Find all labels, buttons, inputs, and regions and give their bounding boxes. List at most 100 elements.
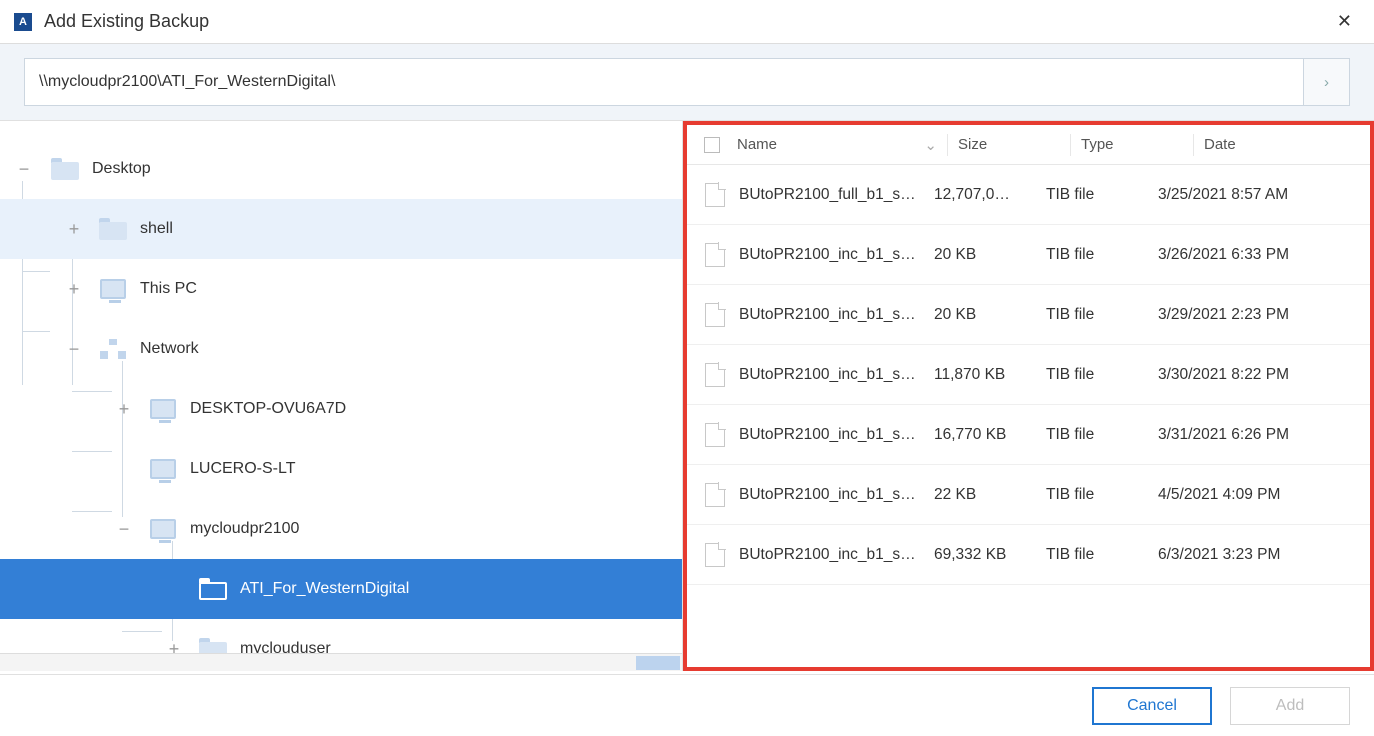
file-row[interactable]: BUtoPR2100_inc_b1_s…11,870 KBTIB file3/3… [687,345,1370,405]
tree-label: Network [140,340,199,358]
file-icon [705,243,725,267]
file-name: BUtoPR2100_inc_b1_s… [739,486,934,504]
tree-item-network[interactable]: − Network [0,319,682,379]
add-button[interactable]: Add [1230,687,1350,725]
file-date: 3/29/2021 2:23 PM [1158,306,1370,324]
tree-label: shell [140,220,173,238]
scrollbar-thumb[interactable] [636,656,680,670]
column-size[interactable]: Size [958,136,1070,153]
tree-item-desktop[interactable]: − Desktop [0,139,682,199]
file-name: BUtoPR2100_inc_b1_s… [739,246,934,264]
tree-item-mycloud[interactable]: − mycloudpr2100 [0,499,682,559]
tree-label: ATI_For_WesternDigital [240,580,409,598]
file-size: 20 KB [934,246,1046,264]
column-divider [947,134,948,156]
column-date[interactable]: Date [1204,136,1370,153]
file-date: 6/3/2021 3:23 PM [1158,546,1370,564]
tree-label: DESKTOP-OVU6A7D [190,400,346,418]
expand-icon[interactable]: + [66,219,82,240]
computer-icon [148,397,178,421]
tree-label: mycloudpr2100 [190,520,299,538]
dialog-title: Add Existing Backup [44,11,209,32]
file-date: 3/26/2021 6:33 PM [1158,246,1370,264]
file-row[interactable]: BUtoPR2100_inc_b1_s…16,770 KBTIB file3/3… [687,405,1370,465]
file-icon [705,483,725,507]
collapse-icon[interactable]: − [16,159,32,180]
path-bar-container: › [0,44,1374,121]
sort-indicator-icon: ⌄ [924,136,937,154]
file-type: TIB file [1046,306,1158,324]
file-icon [705,183,725,207]
path-input[interactable] [25,59,1303,105]
folder-icon [50,157,80,181]
file-name: BUtoPR2100_inc_b1_s… [739,426,934,444]
file-date: 3/30/2021 8:22 PM [1158,366,1370,384]
expand-icon[interactable]: + [66,279,82,300]
file-type: TIB file [1046,186,1158,204]
file-size: 69,332 KB [934,546,1046,564]
column-divider [1070,134,1071,156]
file-row[interactable]: BUtoPR2100_inc_b1_s…20 KBTIB file3/26/20… [687,225,1370,285]
tree-item-lucero[interactable]: LUCERO-S-LT [0,439,682,499]
tree-label: This PC [140,280,197,298]
file-name: BUtoPR2100_inc_b1_s… [739,546,934,564]
tree-item-shell[interactable]: + shell [0,199,682,259]
file-size: 12,707,0… [934,186,1046,204]
file-icon [705,543,725,567]
chevron-right-icon: › [1324,74,1329,91]
tree-pane: − Desktop + shell + This PC [0,121,683,671]
go-button[interactable]: › [1303,59,1349,105]
file-row[interactable]: BUtoPR2100_inc_b1_s…22 KBTIB file4/5/202… [687,465,1370,525]
file-icon [705,363,725,387]
files-list: BUtoPR2100_full_b1_s…12,707,0…TIB file3/… [687,165,1370,585]
file-row[interactable]: BUtoPR2100_inc_b1_s…69,332 KBTIB file6/3… [687,525,1370,585]
computer-icon [148,517,178,541]
file-name: BUtoPR2100_inc_b1_s… [739,306,934,324]
file-icon [705,423,725,447]
dialog-footer: Cancel Add [0,674,1374,736]
collapse-icon[interactable]: − [66,339,82,360]
close-button[interactable]: ✕ [1329,7,1360,36]
horizontal-scrollbar[interactable] [0,653,682,671]
file-row[interactable]: BUtoPR2100_full_b1_s…12,707,0…TIB file3/… [687,165,1370,225]
files-header: Name ⌄ Size Type Date [687,125,1370,165]
tree-item-this-pc[interactable]: + This PC [0,259,682,319]
computer-icon [98,277,128,301]
file-size: 16,770 KB [934,426,1046,444]
collapse-icon[interactable]: − [116,519,132,540]
column-type[interactable]: Type [1081,136,1193,153]
file-icon [705,303,725,327]
app-icon: A [14,13,32,31]
file-name: BUtoPR2100_full_b1_s… [739,186,934,204]
folder-icon [98,217,128,241]
tree-label: LUCERO-S-LT [190,460,296,478]
column-divider [1193,134,1194,156]
tree-item-ati[interactable]: ATI_For_WesternDigital [0,559,682,619]
file-date: 3/31/2021 6:26 PM [1158,426,1370,444]
file-type: TIB file [1046,246,1158,264]
expand-icon[interactable]: + [116,399,132,420]
file-type: TIB file [1046,366,1158,384]
title-bar: A Add Existing Backup ✕ [0,0,1374,44]
file-size: 11,870 KB [934,366,1046,384]
file-size: 22 KB [934,486,1046,504]
path-bar: › [24,58,1350,106]
file-size: 20 KB [934,306,1046,324]
files-pane: Name ⌄ Size Type Date BUtoPR2100_full_b1… [683,121,1374,671]
file-date: 4/5/2021 4:09 PM [1158,486,1370,504]
file-type: TIB file [1046,546,1158,564]
cancel-button[interactable]: Cancel [1092,687,1212,725]
column-name-label: Name [737,136,777,153]
select-all-checkbox[interactable] [704,137,720,153]
tree-label: Desktop [92,160,151,178]
folder-tree: − Desktop + shell + This PC [0,121,682,671]
network-icon [98,337,128,361]
tree-item-desktop-ovu[interactable]: + DESKTOP-OVU6A7D [0,379,682,439]
file-type: TIB file [1046,486,1158,504]
file-type: TIB file [1046,426,1158,444]
content-area: − Desktop + shell + This PC [0,121,1374,671]
column-name[interactable]: Name ⌄ [737,136,947,154]
column-checkbox[interactable] [687,137,737,153]
file-row[interactable]: BUtoPR2100_inc_b1_s…20 KBTIB file3/29/20… [687,285,1370,345]
computer-icon [148,457,178,481]
